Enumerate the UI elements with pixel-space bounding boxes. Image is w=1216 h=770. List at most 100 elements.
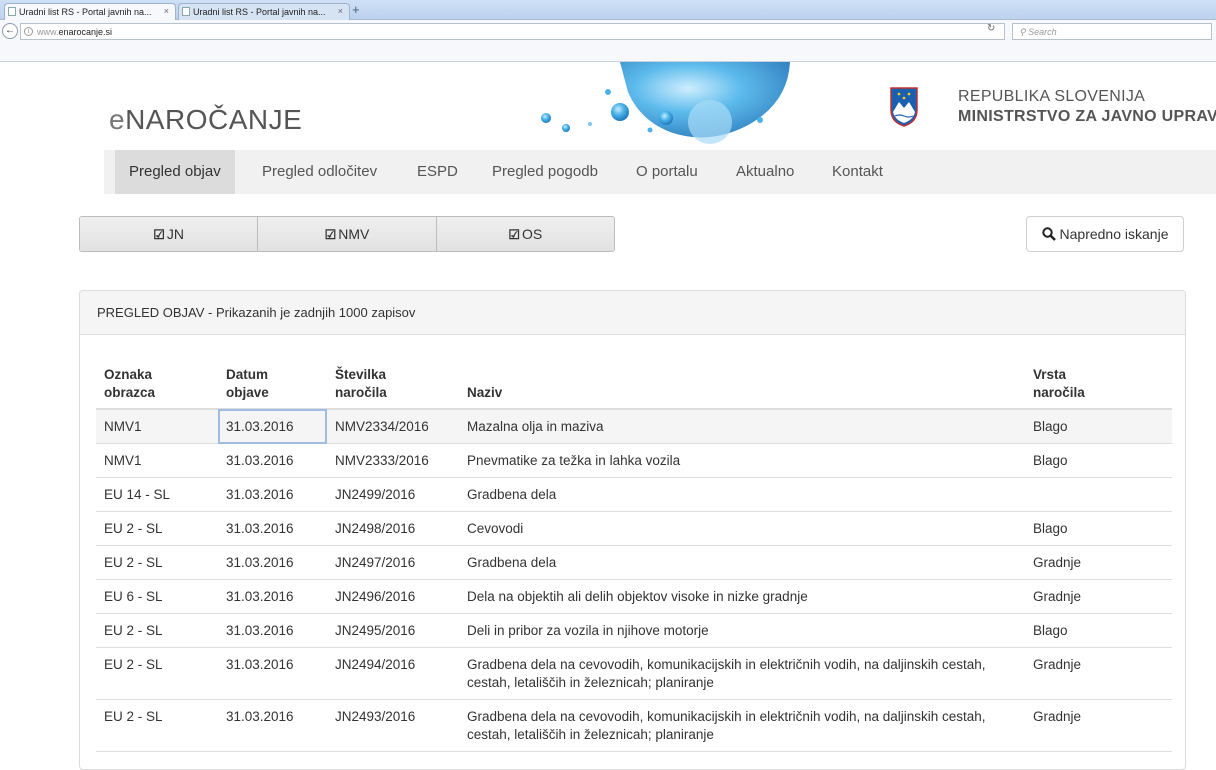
cell-type[interactable]: Blago — [1025, 511, 1172, 546]
cell-date[interactable]: 31.03.2016 — [218, 443, 327, 478]
url-domain: enarocanje.si — [58, 27, 113, 37]
nav-espd[interactable]: ESPD — [403, 150, 472, 194]
cell-number[interactable]: NMV2334/2016 — [327, 409, 459, 444]
cell-form[interactable]: EU 2 - SL — [96, 545, 218, 580]
cell-number[interactable]: NMV2333/2016 — [327, 443, 459, 478]
nav-o-portalu[interactable]: O portalu — [622, 150, 712, 194]
column-header-title[interactable]: Naziv — [459, 361, 1025, 410]
cell-title[interactable]: Gradbena dela na cevovodih, komunikacijs… — [459, 699, 1025, 752]
cell-date[interactable]: 31.03.2016 — [218, 699, 327, 752]
cell-type[interactable]: Gradnje — [1025, 579, 1172, 614]
column-header-form[interactable]: Oznaka obrazca — [96, 361, 218, 410]
cell-title[interactable]: Deli in pribor za vozila in njihove moto… — [459, 613, 1025, 648]
cell-title[interactable]: Pnevmatike za težka in lahka vozila — [459, 443, 1025, 478]
cell-date[interactable]: 31.03.2016 — [218, 647, 327, 700]
cell-form[interactable]: EU 6 - SL — [96, 579, 218, 614]
cell-type[interactable] — [1025, 477, 1172, 512]
cell-form[interactable]: NMV1 — [96, 409, 218, 444]
column-header-date[interactable]: Datum objave — [218, 361, 327, 410]
cell-date[interactable]: 31.03.2016 — [218, 545, 327, 580]
info-icon[interactable]: i — [24, 27, 33, 36]
enarocanje-logo[interactable]: eNAROČANJE — [109, 104, 302, 136]
slovenia-coat-of-arms-icon — [890, 87, 918, 127]
cell-date[interactable]: 31.03.2016 — [218, 511, 327, 546]
cell-number[interactable]: JN2496/2016 — [327, 579, 459, 614]
results-table: Oznaka obrazca Datum objave Številka naroči… — [96, 361, 1172, 752]
cell-title[interactable]: Gradbena dela — [459, 477, 1025, 512]
filter-label: NMV — [338, 226, 370, 242]
main-navigation: Pregled objav Pregled odločitev ESPD Pre… — [104, 150, 1216, 194]
filter-nmv-button[interactable]: ☑ NMV — [258, 217, 437, 251]
cell-title[interactable]: Dela na objektih ali delih objektov viso… — [459, 579, 1025, 614]
table-row[interactable]: NMV1 31.03.2016 NMV2334/2016 Mazalna olja i… — [96, 409, 1172, 444]
nav-pregled-objav[interactable]: Pregled objav — [115, 150, 235, 194]
cell-title[interactable]: Cevovodi — [459, 511, 1025, 546]
cell-date[interactable]: 31.03.2016 — [218, 477, 327, 512]
address-bar[interactable]: i www.enarocanje.si — [20, 23, 1005, 40]
cell-date[interactable]: 31.03.2016 — [218, 613, 327, 648]
nav-aktualno[interactable]: Aktualno — [722, 150, 808, 194]
browser-nav-bar: ← i www.enarocanje.si ↻ ⚲ Search — [0, 20, 1216, 62]
search-icon — [1041, 227, 1056, 241]
table-row[interactable]: EU 2 - SL 31.03.2016 JN2497/2016 Gradbena d… — [96, 545, 1172, 580]
table-row[interactable]: EU 14 - SL 31.03.2016 JN2499/2016 Gradbena … — [96, 477, 1172, 512]
cell-number[interactable]: JN2494/2016 — [327, 647, 459, 700]
page-favicon-icon — [8, 7, 16, 16]
cell-form[interactable]: NMV1 — [96, 443, 218, 478]
water-bubbles-banner — [541, 62, 790, 144]
cell-type[interactable]: Blago — [1025, 443, 1172, 478]
browser-search-input[interactable]: ⚲ Search — [1012, 23, 1212, 40]
cell-number[interactable]: JN2493/2016 — [327, 699, 459, 752]
cell-number[interactable]: JN2498/2016 — [327, 511, 459, 546]
cell-title[interactable]: Mazalna olja in maziva — [459, 409, 1025, 444]
table-row[interactable]: EU 2 - SL 31.03.2016 JN2498/2016 Cevovodi Bl… — [96, 511, 1172, 546]
nav-pregled-odlocitev[interactable]: Pregled odločitev — [248, 150, 391, 194]
advanced-search-label: Napredno iskanje — [1059, 226, 1169, 242]
table-row[interactable]: EU 2 - SL 31.03.2016 JN2494/2016 Gradbena d… — [96, 647, 1172, 700]
filter-os-button[interactable]: ☑ OS — [436, 217, 614, 251]
browser-tab-2[interactable]: Uradni list RS - Portal javnih na... × — [178, 3, 350, 20]
filter-button-group: ☑ JN ☑ NMV ☑ OS — [79, 216, 615, 252]
cell-type[interactable]: Gradnje — [1025, 699, 1172, 752]
reload-icon[interactable]: ↻ — [987, 23, 995, 34]
cell-number[interactable]: JN2495/2016 — [327, 613, 459, 648]
cell-form[interactable]: EU 2 - SL — [96, 647, 218, 700]
close-tab-icon[interactable]: × — [338, 6, 343, 16]
cell-type[interactable]: Gradnje — [1025, 545, 1172, 580]
logo-e: e — [109, 104, 126, 135]
cell-type[interactable]: Blago — [1025, 409, 1172, 444]
cell-date[interactable]: 31.03.2016 — [218, 409, 327, 444]
tab-title: Uradni list RS - Portal javnih na... — [193, 7, 326, 17]
column-header-number[interactable]: Številka naročila — [327, 361, 459, 410]
search-icon: ⚲ — [1019, 27, 1026, 37]
cell-title[interactable]: Gradbena dela — [459, 545, 1025, 580]
page-favicon-icon — [182, 7, 190, 16]
cell-form[interactable]: EU 2 - SL — [96, 511, 218, 546]
cell-number[interactable]: JN2497/2016 — [327, 545, 459, 580]
table-row[interactable]: EU 2 - SL 31.03.2016 JN2495/2016 Deli in pr… — [96, 613, 1172, 648]
checkbox-checked-icon: ☑ — [508, 227, 521, 242]
cell-number[interactable]: JN2499/2016 — [327, 477, 459, 512]
cell-date[interactable]: 31.03.2016 — [218, 579, 327, 614]
browser-tab-1[interactable]: Uradni list RS - Portal javnih na... × — [4, 3, 176, 20]
cell-form[interactable]: EU 2 - SL — [96, 699, 218, 752]
search-placeholder: Search — [1028, 27, 1057, 37]
close-tab-icon[interactable]: × — [164, 6, 169, 16]
column-header-type[interactable]: Vrsta naročila — [1025, 361, 1172, 410]
nav-pregled-pogodb[interactable]: Pregled pogodb — [478, 150, 612, 194]
logo-text: NAROČANJE — [125, 104, 303, 135]
table-row[interactable]: EU 6 - SL 31.03.2016 JN2496/2016 Dela na ob… — [96, 579, 1172, 614]
cell-title[interactable]: Gradbena dela na cevovodih, komunikacijs… — [459, 647, 1025, 700]
new-tab-button[interactable]: + — [352, 2, 360, 17]
cell-form[interactable]: EU 2 - SL — [96, 613, 218, 648]
filter-label: OS — [522, 226, 543, 242]
nav-kontakt[interactable]: Kontakt — [818, 150, 897, 194]
cell-type[interactable]: Blago — [1025, 613, 1172, 648]
cell-type[interactable]: Gradnje — [1025, 647, 1172, 700]
cell-form[interactable]: EU 14 - SL — [96, 477, 218, 512]
advanced-search-button[interactable]: Napredno iskanje — [1026, 216, 1184, 252]
back-arrow-icon[interactable]: ← — [2, 23, 18, 39]
table-row[interactable]: EU 2 - SL 31.03.2016 JN2493/2016 Gradbena d… — [96, 699, 1172, 752]
filter-jn-button[interactable]: ☑ JN — [80, 217, 259, 251]
table-row[interactable]: NMV1 31.03.2016 NMV2333/2016 Pnevmatike za … — [96, 443, 1172, 478]
